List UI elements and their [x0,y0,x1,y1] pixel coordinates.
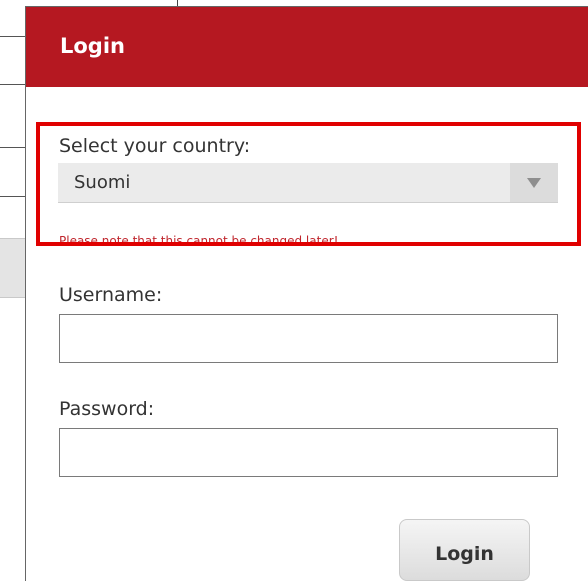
background-row-line [0,84,25,85]
background-row-line [0,36,25,37]
login-dialog: Login Select your country: Suomi Please … [25,6,588,581]
background-row-line [0,147,25,148]
background-row-line [0,196,25,197]
login-button[interactable]: Login [399,519,530,581]
username-input[interactable] [59,314,558,363]
background-button [0,238,25,298]
login-button-label: Login [435,543,494,565]
password-input[interactable] [59,428,558,477]
dialog-title: Login [60,34,125,58]
password-label: Password: [59,398,155,420]
dialog-header: Login [26,7,588,87]
country-highlight-box [36,122,581,246]
username-label: Username: [59,284,163,306]
